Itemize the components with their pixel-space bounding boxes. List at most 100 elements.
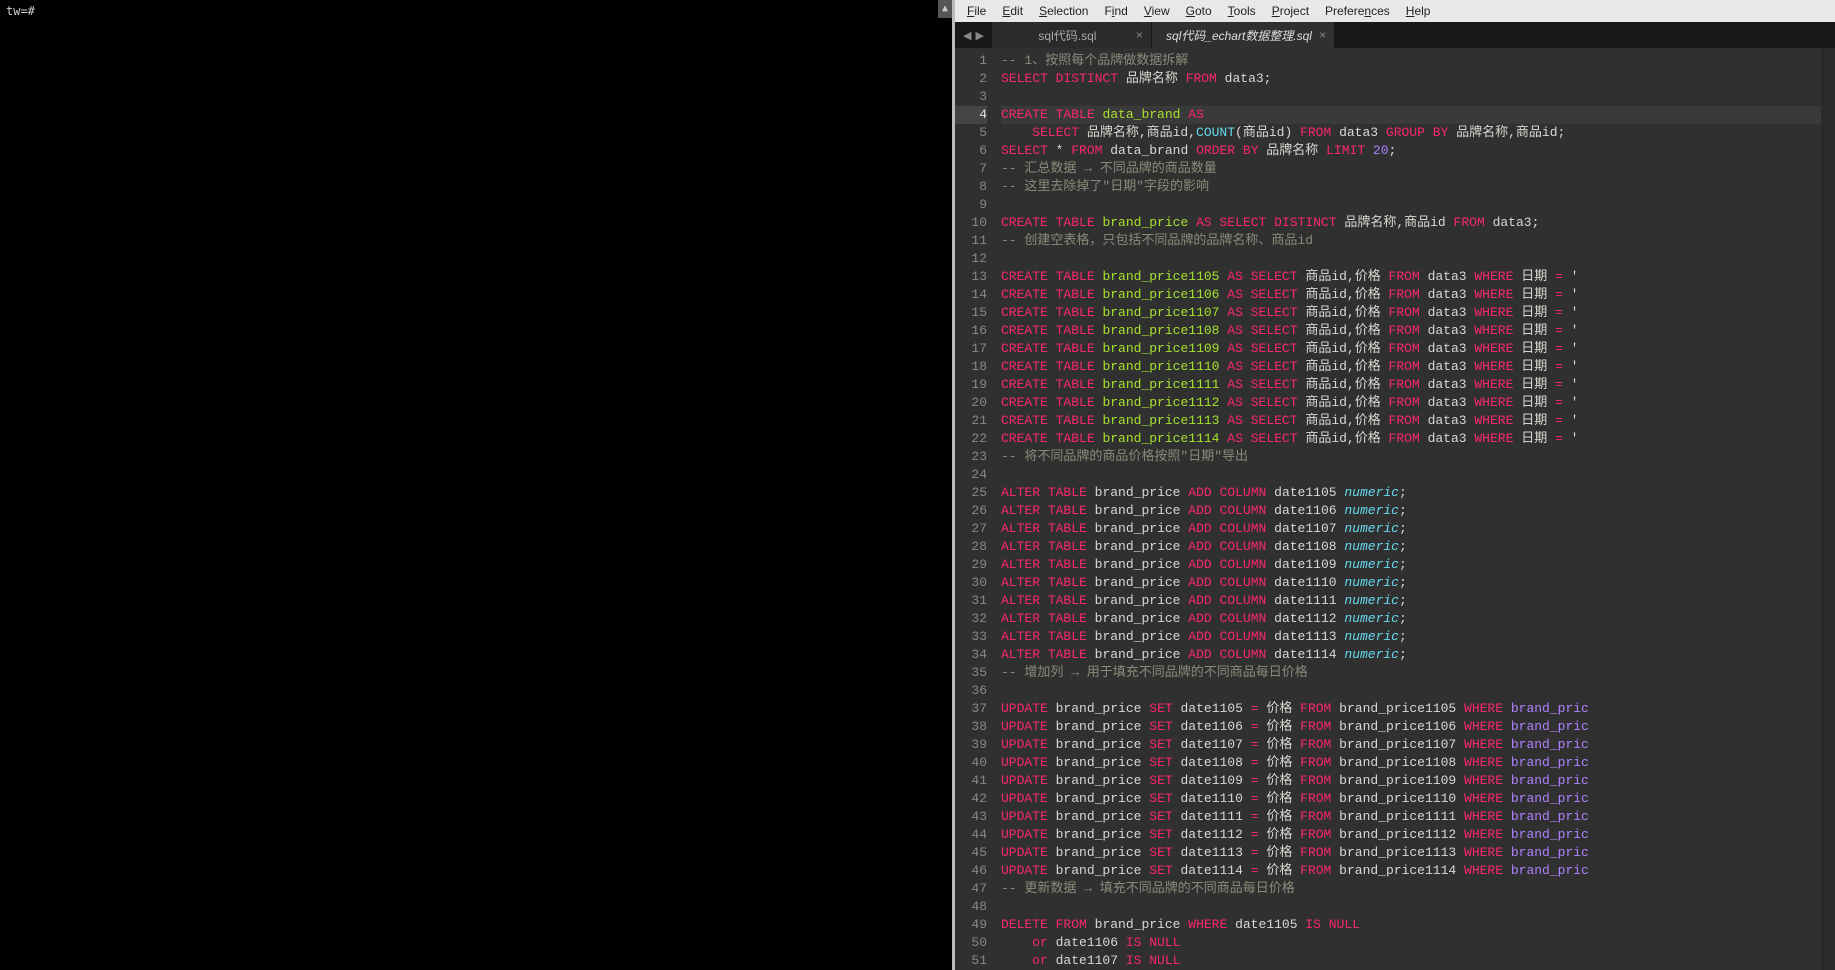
menu-tools[interactable]: Tools [1220,2,1264,20]
line-number: 39 [955,736,987,754]
tab-inactive[interactable]: sql代码.sql × [992,22,1152,48]
line-number: 49 [955,916,987,934]
menu-help[interactable]: Help [1398,2,1439,20]
code-line[interactable]: -- 汇总数据 → 不同品牌的商品数量 [1001,160,1835,178]
code-line[interactable]: -- 1、按照每个品牌做数据拆解 [1001,52,1835,70]
code-line[interactable]: UPDATE brand_price SET date1113 = 价格 FRO… [1001,844,1835,862]
code-line[interactable]: or date1106 IS NULL [1001,934,1835,952]
code-line[interactable]: -- 将不同品牌的商品价格按照"日期"导出 [1001,448,1835,466]
line-number: 19 [955,376,987,394]
line-number: 25 [955,484,987,502]
code-line[interactable]: CREATE TABLE brand_price1109 AS SELECT 商… [1001,340,1835,358]
menu-view[interactable]: View [1136,2,1178,20]
line-number: 46 [955,862,987,880]
line-number: 2 [955,70,987,88]
terminal-prompt: tw=# [6,4,35,18]
code-line[interactable]: ALTER TABLE brand_price ADD COLUMN date1… [1001,610,1835,628]
code-line[interactable]: CREATE TABLE brand_price1106 AS SELECT 商… [1001,286,1835,304]
code-line[interactable]: UPDATE brand_price SET date1107 = 价格 FRO… [1001,736,1835,754]
line-number: 43 [955,808,987,826]
line-number: 36 [955,682,987,700]
code-line[interactable]: CREATE TABLE brand_price1110 AS SELECT 商… [1001,358,1835,376]
code-line[interactable]: UPDATE brand_price SET date1110 = 价格 FRO… [1001,790,1835,808]
line-number: 34 [955,646,987,664]
code-line[interactable]: -- 这里去除掉了"日期"字段的影响 [1001,178,1835,196]
code-editor[interactable]: 1234567891011121314151617181920212223242… [955,48,1835,970]
code-line[interactable]: UPDATE brand_price SET date1112 = 价格 FRO… [1001,826,1835,844]
line-number: 24 [955,466,987,484]
code-line[interactable]: CREATE TABLE brand_price1107 AS SELECT 商… [1001,304,1835,322]
code-line[interactable]: CREATE TABLE brand_price AS SELECT DISTI… [1001,214,1835,232]
code-line[interactable]: ALTER TABLE brand_price ADD COLUMN date1… [1001,502,1835,520]
code-line[interactable]: CREATE TABLE brand_price1113 AS SELECT 商… [1001,412,1835,430]
line-number: 6 [955,142,987,160]
code-area[interactable]: -- 1、按照每个品牌做数据拆解SELECT DISTINCT 品牌名称 FRO… [993,48,1835,970]
menu-edit[interactable]: Edit [994,2,1031,20]
line-number: 23 [955,448,987,466]
line-number: 10 [955,214,987,232]
code-line[interactable]: ALTER TABLE brand_price ADD COLUMN date1… [1001,484,1835,502]
menu-find[interactable]: Find [1096,2,1135,20]
line-number: 4 [955,106,987,124]
code-line[interactable]: ALTER TABLE brand_price ADD COLUMN date1… [1001,556,1835,574]
terminal-pane[interactable]: tw=# ▲ [0,0,952,970]
line-number: 45 [955,844,987,862]
tab-next-icon[interactable]: ▶ [973,29,985,42]
code-line[interactable]: CREATE TABLE brand_price1105 AS SELECT 商… [1001,268,1835,286]
code-line[interactable]: -- 更新数据 → 填充不同品牌的不同商品每日价格 [1001,880,1835,898]
menu-bar: File Edit Selection Find View Goto Tools… [955,0,1835,22]
code-line[interactable]: ALTER TABLE brand_price ADD COLUMN date1… [1001,592,1835,610]
code-line[interactable] [1001,898,1835,916]
code-line[interactable]: ALTER TABLE brand_price ADD COLUMN date1… [1001,628,1835,646]
line-number: 29 [955,556,987,574]
line-number: 22 [955,430,987,448]
code-line[interactable] [1001,682,1835,700]
code-line[interactable]: SELECT DISTINCT 品牌名称 FROM data3; [1001,70,1835,88]
code-line[interactable]: DELETE FROM brand_price WHERE date1105 I… [1001,916,1835,934]
menu-goto[interactable]: Goto [1178,2,1220,20]
menu-project[interactable]: Project [1264,2,1317,20]
code-line[interactable] [1001,250,1835,268]
code-line[interactable]: CREATE TABLE brand_price1111 AS SELECT 商… [1001,376,1835,394]
line-number: 7 [955,160,987,178]
menu-selection[interactable]: Selection [1031,2,1096,20]
code-line[interactable]: UPDATE brand_price SET date1111 = 价格 FRO… [1001,808,1835,826]
code-line[interactable]: -- 创建空表格，只包括不同品牌的品牌名称、商品id [1001,232,1835,250]
code-line[interactable] [1001,466,1835,484]
tab-prev-icon[interactable]: ◀ [961,29,973,42]
code-line[interactable] [1001,88,1835,106]
code-line[interactable]: or date1107 IS NULL [1001,952,1835,970]
code-line[interactable]: CREATE TABLE brand_price1112 AS SELECT 商… [1001,394,1835,412]
line-number: 38 [955,718,987,736]
code-line[interactable]: UPDATE brand_price SET date1108 = 价格 FRO… [1001,754,1835,772]
code-line[interactable]: ALTER TABLE brand_price ADD COLUMN date1… [1001,646,1835,664]
line-number: 15 [955,304,987,322]
line-number: 20 [955,394,987,412]
close-icon[interactable]: × [1319,28,1326,42]
code-line[interactable]: UPDATE brand_price SET date1114 = 价格 FRO… [1001,862,1835,880]
line-number: 26 [955,502,987,520]
menu-file[interactable]: File [959,2,994,20]
code-line[interactable]: SELECT 品牌名称,商品id,COUNT(商品id) FROM data3 … [1001,124,1835,142]
code-line[interactable]: UPDATE brand_price SET date1105 = 价格 FRO… [1001,700,1835,718]
code-line[interactable]: UPDATE brand_price SET date1109 = 价格 FRO… [1001,772,1835,790]
code-line[interactable]: ALTER TABLE brand_price ADD COLUMN date1… [1001,520,1835,538]
code-line[interactable]: CREATE TABLE brand_price1114 AS SELECT 商… [1001,430,1835,448]
menu-preferences[interactable]: Preferences [1317,2,1398,20]
line-number: 16 [955,322,987,340]
code-line[interactable]: ALTER TABLE brand_price ADD COLUMN date1… [1001,538,1835,556]
line-number: 41 [955,772,987,790]
code-line[interactable] [1001,196,1835,214]
terminal-scroll-up[interactable]: ▲ [938,0,952,18]
code-line[interactable]: UPDATE brand_price SET date1106 = 价格 FRO… [1001,718,1835,736]
code-line[interactable]: CREATE TABLE data_brand AS [1001,106,1835,124]
vertical-scrollbar[interactable] [1821,48,1835,970]
code-line[interactable]: ALTER TABLE brand_price ADD COLUMN date1… [1001,574,1835,592]
code-line[interactable]: CREATE TABLE brand_price1108 AS SELECT 商… [1001,322,1835,340]
line-number: 9 [955,196,987,214]
close-icon[interactable]: × [1136,28,1143,42]
line-number: 35 [955,664,987,682]
code-line[interactable]: SELECT * FROM data_brand ORDER BY 品牌名称 L… [1001,142,1835,160]
tab-active[interactable]: sql代码_echart数据整理.sql × [1152,22,1335,48]
code-line[interactable]: -- 增加列 → 用于填充不同品牌的不同商品每日价格 [1001,664,1835,682]
